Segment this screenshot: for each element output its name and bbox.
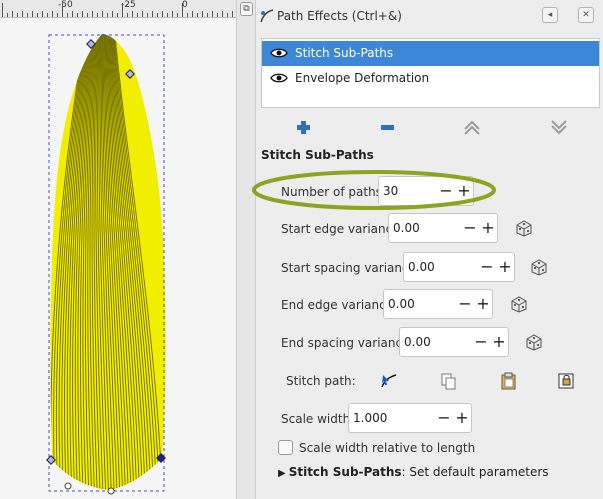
- number-of-paths-spin[interactable]: 30 − +: [378, 176, 474, 206]
- number-of-paths-label: Number of paths:: [281, 185, 386, 199]
- add-icon[interactable]: [294, 119, 314, 135]
- close-icon[interactable]: ✕: [578, 7, 594, 23]
- section-title: Stitch Sub-Paths: [261, 148, 374, 162]
- effect-label: Stitch Sub-Paths: [295, 46, 394, 60]
- effect-list-item[interactable]: Envelope Deformation: [262, 66, 599, 91]
- default-parameters-expander[interactable]: ▶ Stitch Sub-Paths: Set default parameter…: [278, 465, 549, 479]
- scale-width-value[interactable]: 1.000: [353, 411, 387, 425]
- dialog-title: Path Effects (Ctrl+&): [277, 9, 402, 23]
- start-spacing-variance-label: Start spacing variance:: [281, 261, 421, 275]
- start-spacing-variance-value[interactable]: 0.00: [408, 260, 435, 274]
- move-down-icon[interactable]: [549, 119, 569, 135]
- decrement-button[interactable]: −: [435, 407, 453, 429]
- paste-icon[interactable]: [499, 372, 519, 390]
- scale-relative-checkbox[interactable]: [278, 440, 293, 455]
- link-icon[interactable]: [557, 372, 577, 390]
- effect-list-item[interactable]: Stitch Sub-Paths: [262, 41, 599, 66]
- end-edge-variance-spin[interactable]: 0.00 − +: [383, 289, 493, 319]
- increment-button[interactable]: +: [455, 180, 473, 202]
- randomize-icon[interactable]: [514, 219, 534, 237]
- copy-icon[interactable]: [439, 372, 459, 390]
- path-effects-dialog: Path Effects (Ctrl+&) ◂ ✕ Stitch Sub-Pat…: [256, 0, 603, 499]
- decrement-button[interactable]: −: [472, 331, 490, 353]
- expander-text: : Set default parameters: [401, 465, 549, 479]
- scale-width-label: Scale width:: [281, 412, 355, 426]
- scale-width-spin[interactable]: 1.000 − +: [348, 403, 472, 433]
- canvas-area[interactable]: -50 -25 0: [0, 0, 236, 499]
- expander-title: Stitch Sub-Paths: [288, 465, 402, 479]
- end-spacing-variance-value[interactable]: 0.00: [404, 335, 431, 349]
- increment-button[interactable]: +: [496, 256, 514, 278]
- start-edge-variance-spin[interactable]: 0.00 − +: [388, 213, 498, 243]
- increment-button[interactable]: +: [490, 331, 508, 353]
- control-handle[interactable]: [64, 482, 72, 490]
- increment-button[interactable]: +: [474, 293, 492, 315]
- eye-icon[interactable]: [270, 72, 288, 84]
- control-handle[interactable]: [107, 487, 115, 495]
- eye-icon[interactable]: [270, 47, 288, 59]
- leaf-shape[interactable]: [0, 0, 236, 499]
- vertical-scrollbar[interactable]: ⧉: [236, 0, 256, 499]
- randomize-icon[interactable]: [529, 258, 549, 276]
- effect-label: Envelope Deformation: [295, 71, 430, 85]
- end-edge-variance-label: End edge variance:: [281, 298, 398, 312]
- decrement-button[interactable]: −: [478, 256, 496, 278]
- decrement-button[interactable]: −: [456, 293, 474, 315]
- stitch-path-label: Stitch path:: [286, 374, 356, 388]
- decrement-button[interactable]: −: [437, 180, 455, 202]
- randomize-icon[interactable]: [524, 333, 544, 351]
- expander-icon[interactable]: ▶: [278, 468, 286, 479]
- move-up-icon[interactable]: [462, 119, 482, 135]
- increment-button[interactable]: +: [479, 217, 497, 239]
- dock-toggle-icon[interactable]: ⧉: [240, 2, 253, 16]
- randomize-icon[interactable]: [509, 295, 529, 313]
- end-edge-variance-value[interactable]: 0.00: [388, 297, 415, 311]
- start-spacing-variance-spin[interactable]: 0.00 − +: [403, 252, 515, 282]
- increment-button[interactable]: +: [453, 407, 471, 429]
- path-effects-icon: [260, 9, 274, 23]
- decrement-button[interactable]: −: [461, 217, 479, 239]
- edit-path-icon[interactable]: [379, 372, 399, 390]
- end-spacing-variance-label: End spacing variance:: [281, 336, 414, 350]
- number-of-paths-value[interactable]: 30: [383, 184, 398, 198]
- effect-list[interactable]: Stitch Sub-Paths Envelope Deformation: [261, 38, 600, 108]
- start-edge-variance-label: Start edge variance:: [281, 222, 404, 236]
- start-edge-variance-value[interactable]: 0.00: [393, 221, 420, 235]
- scale-relative-label: Scale width relative to length: [299, 441, 476, 455]
- remove-icon[interactable]: [378, 119, 398, 135]
- end-spacing-variance-spin[interactable]: 0.00 − +: [399, 327, 509, 357]
- dialog-titlebar: Path Effects (Ctrl+&) ◂ ✕: [256, 0, 603, 32]
- float-icon[interactable]: ◂: [542, 7, 558, 23]
